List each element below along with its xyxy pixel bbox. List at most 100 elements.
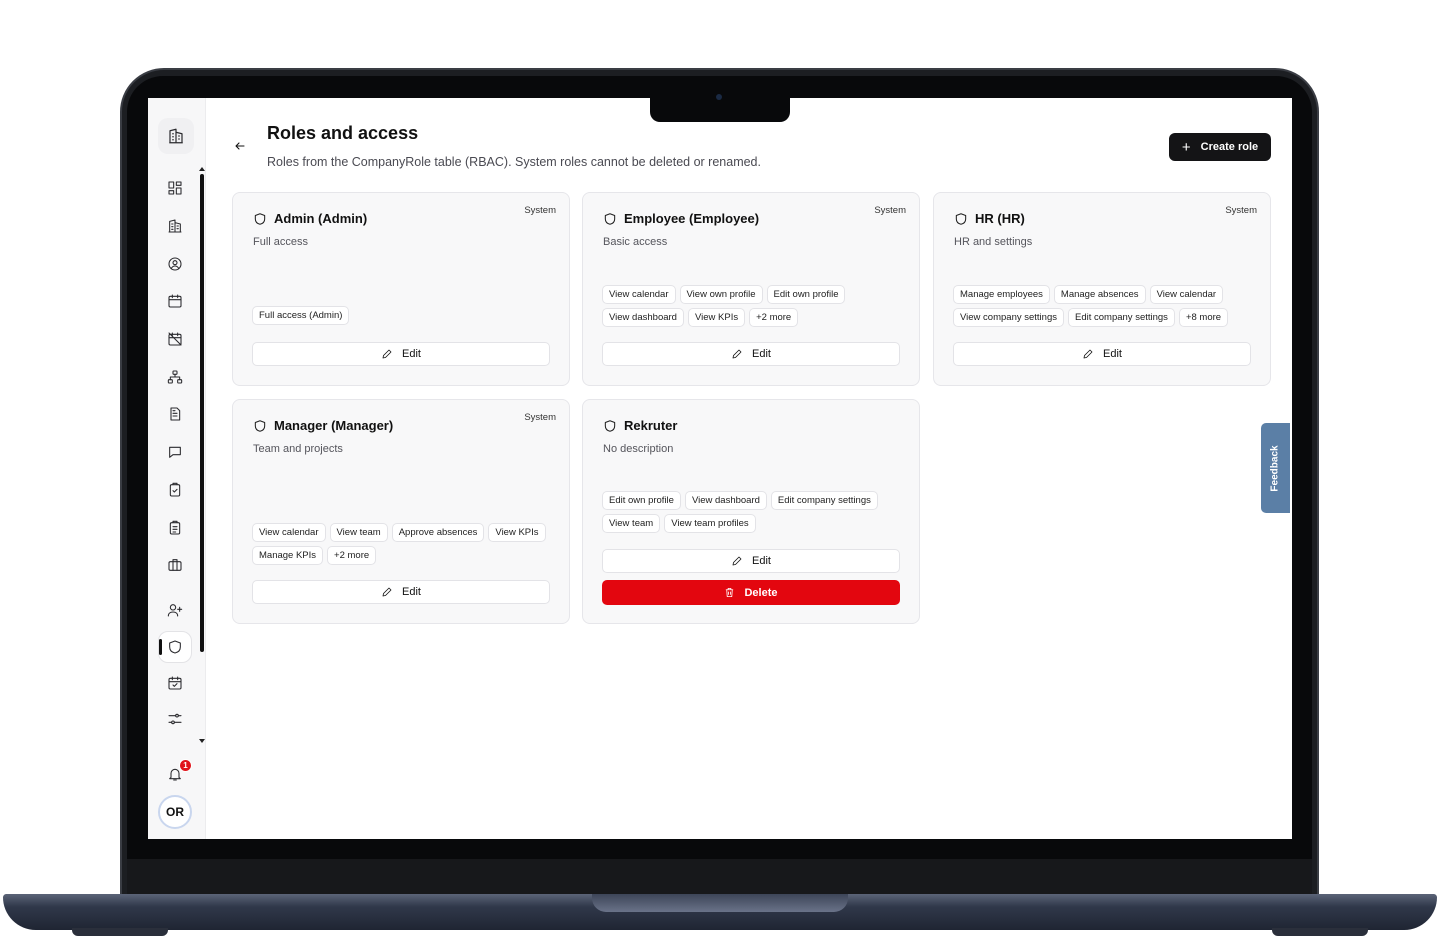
role-description: Basic access [603, 236, 668, 248]
pencil-icon [1083, 349, 1093, 359]
edit-button[interactable]: Edit [252, 580, 550, 604]
permission-tag: Manage absences [1053, 285, 1146, 304]
avatar[interactable]: OR [158, 795, 192, 829]
sidebar-item-profile[interactable] [162, 251, 188, 277]
clipboard-check-icon [169, 482, 181, 497]
edit-button[interactable]: Edit [953, 342, 1251, 366]
laptop-base-notch [592, 894, 848, 912]
edit-button[interactable]: Edit [602, 549, 900, 573]
shield-icon [955, 212, 967, 225]
sidebar-item-calendar[interactable] [162, 288, 188, 314]
user-circle-icon [168, 257, 182, 271]
permission-tag: View dashboard [684, 491, 767, 510]
calendar-off-icon [168, 332, 182, 346]
role-description: Full access [253, 236, 309, 248]
permission-tag: Full access (Admin) [252, 306, 350, 325]
chat-icon [169, 446, 181, 458]
permission-tag-more[interactable]: +2 more [749, 308, 799, 327]
pencil-icon [732, 349, 742, 359]
laptop-foot-left [72, 928, 168, 936]
plus-icon: + [1181, 138, 1191, 156]
screen-chin [127, 859, 1312, 896]
role-card: System HR (HR) HR and settings Manage em… [933, 192, 1271, 386]
edit-label: Edit [752, 348, 771, 360]
shield-icon [604, 212, 616, 225]
delete-button[interactable]: Delete [602, 580, 900, 605]
role-card: System Admin (Admin) Full access Full ac… [232, 192, 570, 386]
edit-label: Edit [402, 586, 421, 598]
document-icon [170, 407, 181, 421]
briefcase-icon [168, 559, 182, 571]
pencil-icon [382, 587, 392, 597]
sidebar-item-settings[interactable] [162, 706, 188, 732]
permission-tag: Manage KPIs [252, 546, 324, 565]
role-card: System Manager (Manager) Team and projec… [232, 399, 570, 624]
role-description: Team and projects [253, 443, 343, 455]
sidebar-item-company[interactable] [162, 213, 188, 239]
pencil-icon [382, 349, 392, 359]
laptop-foot-right [1272, 928, 1368, 936]
sidebar: 1 OR [148, 98, 206, 839]
create-role-button[interactable]: + Create role [1169, 133, 1271, 161]
system-badge: System [524, 412, 556, 423]
sidebar-item-messages[interactable] [162, 439, 188, 465]
role-name: Rekruter [624, 418, 678, 433]
permission-tag-more[interactable]: +2 more [327, 546, 377, 565]
back-button[interactable] [232, 138, 248, 154]
edit-button[interactable]: Edit [602, 342, 900, 366]
sidebar-item-checklists[interactable] [162, 515, 188, 541]
arrow-left-icon [235, 142, 245, 150]
feedback-tab[interactable]: Feedback [1261, 423, 1290, 513]
sidebar-item-dashboard[interactable] [162, 175, 188, 201]
trash-icon [726, 587, 734, 598]
sidebar-item-schedule[interactable] [162, 670, 188, 696]
edit-label: Edit [752, 555, 771, 567]
permission-tags: Full access (Admin) [252, 306, 562, 325]
permission-tag: Manage employees [953, 285, 1050, 304]
dashboard-icon [168, 181, 182, 195]
permission-tags: View calendar View own profile Edit own … [602, 285, 912, 327]
building-icon [168, 219, 182, 233]
sidebar-item-absences[interactable] [162, 326, 188, 352]
clipboard-list-icon [169, 520, 181, 535]
feedback-label: Feedback [1270, 444, 1282, 492]
permission-tag: View KPIs [687, 308, 746, 327]
role-description: No description [603, 443, 674, 455]
sidebar-item-projects[interactable] [162, 552, 188, 578]
shield-icon [604, 419, 616, 432]
user-plus-icon [167, 604, 183, 617]
permission-tag-more[interactable]: +8 more [1178, 308, 1229, 327]
scroll-up-arrow[interactable] [199, 167, 205, 171]
role-name: Admin (Admin) [274, 211, 368, 226]
sidebar-item-tasks[interactable] [162, 477, 188, 503]
sidebar-item-documents[interactable] [162, 401, 188, 427]
permission-tag: View calendar [1149, 285, 1224, 304]
calendar-icon [168, 294, 182, 308]
sidebar-item-org-chart[interactable] [162, 364, 188, 390]
app-screen: 1 OR Roles and access Roles from the Com… [148, 98, 1292, 839]
permission-tag: View team [602, 514, 661, 533]
shield-icon [169, 640, 181, 654]
settings-sliders-icon [168, 713, 182, 725]
permission-tags: Edit own profile View dashboard Edit com… [602, 491, 912, 533]
permission-tag: Edit own profile [766, 285, 846, 304]
permission-tag: View company settings [953, 308, 1064, 327]
edit-label: Edit [1103, 348, 1122, 360]
permission-tag: View KPIs [488, 523, 546, 542]
shield-icon [254, 212, 266, 225]
permission-tag: View own profile [679, 285, 763, 304]
permission-tag: View team [329, 523, 388, 542]
sidebar-item-roles-icon[interactable] [162, 634, 188, 660]
edit-button[interactable]: Edit [252, 342, 550, 366]
permission-tag: Edit company settings [1068, 308, 1175, 327]
sidebar-scrollbar[interactable] [200, 174, 204, 652]
create-role-label: Create role [1200, 141, 1259, 153]
permission-tag: View dashboard [602, 308, 684, 327]
permission-tag: View calendar [602, 285, 676, 304]
sidebar-item-recruitment[interactable] [162, 597, 188, 623]
role-description: HR and settings [954, 236, 1033, 248]
permission-tag: View calendar [252, 523, 326, 542]
building-icon[interactable] [158, 118, 194, 154]
role-name: HR (HR) [975, 211, 1025, 226]
scroll-down-arrow[interactable] [199, 739, 205, 743]
